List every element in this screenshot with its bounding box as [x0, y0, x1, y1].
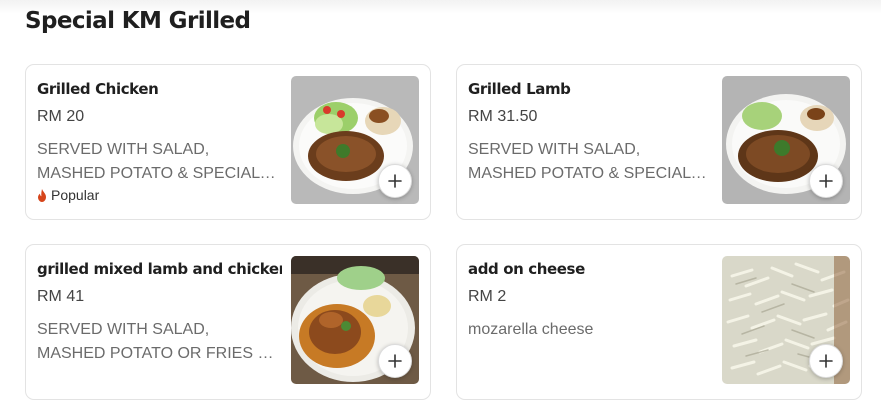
- menu-item-card[interactable]: Grilled Chicken RM 20 SERVED WITH SALAD,…: [25, 64, 431, 220]
- item-name: Grilled Lamb: [468, 80, 571, 98]
- plus-icon: [388, 174, 402, 188]
- popular-badge: Popular: [37, 187, 99, 203]
- plus-icon: [819, 354, 833, 368]
- plus-icon: [819, 174, 833, 188]
- add-to-cart-button[interactable]: [378, 344, 412, 378]
- section-title: Special KM Grilled: [25, 8, 251, 34]
- plus-icon: [388, 354, 402, 368]
- menu-item-card[interactable]: Grilled Lamb RM 31.50 SERVED WITH SALAD,…: [456, 64, 862, 220]
- add-to-cart-button[interactable]: [809, 164, 843, 198]
- add-to-cart-button[interactable]: [378, 164, 412, 198]
- item-name: add on cheese: [468, 260, 585, 278]
- item-name: Grilled Chicken: [37, 80, 159, 98]
- item-price: RM 31.50: [468, 108, 538, 125]
- add-to-cart-button[interactable]: [809, 344, 843, 378]
- item-description: SERVED WITH SALAD, MASHED POTATO OR FRIE…: [37, 321, 269, 362]
- item-description: SERVED WITH SALAD, MASHED POTATO & SPECI…: [37, 141, 260, 182]
- item-description: mozarella cheese: [468, 321, 594, 338]
- menu-item-card[interactable]: grilled mixed lamb and chicken RM 41 SER…: [25, 244, 431, 400]
- item-name: grilled mixed lamb and chicken: [37, 260, 282, 278]
- item-price: RM 20: [37, 108, 85, 125]
- badge-label: Popular: [51, 187, 100, 203]
- item-price: RM 2: [468, 288, 507, 305]
- menu-item-card[interactable]: add on cheese RM 2 mozarella cheese: [456, 244, 862, 400]
- item-description: SERVED WITH SALAD, MASHED POTATO & SPECI…: [468, 141, 691, 182]
- fire-icon: [38, 188, 46, 202]
- item-price: RM 41: [37, 288, 85, 305]
